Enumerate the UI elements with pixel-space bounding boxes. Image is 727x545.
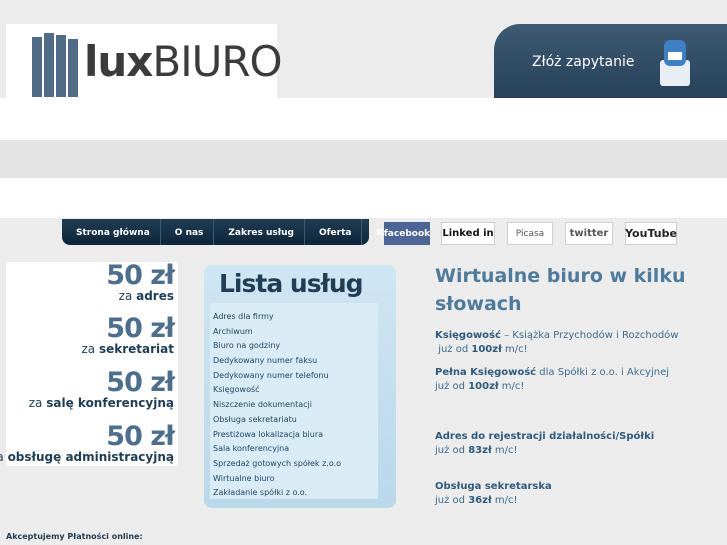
service-link[interactable]: Zakładanie spółki z o.o. [213, 486, 341, 501]
payments-label: Akceptujemy Płatności online: [6, 532, 143, 541]
promo-item: 50 zł za obsługę administracyjną [0, 421, 175, 464]
content-heading: Wirtualne biuro w kilku słowach [435, 265, 686, 315]
picasa-icon[interactable]: Picasa [507, 222, 553, 245]
service-link[interactable]: Dedykowany numer telefonu [213, 369, 341, 384]
service-link[interactable]: Niszczenie dokumentacji [213, 398, 341, 413]
header-divider [0, 140, 727, 178]
facebook-icon[interactable]: facebook [384, 222, 430, 245]
logo-wordmark: luxBIURO [84, 37, 283, 86]
services-list: Adres dla firmy Archiwum Biuro na godzin… [213, 310, 341, 501]
main-content: Wirtualne biuro w kilku słowach Księgowo… [435, 262, 725, 506]
service-link[interactable]: Archiwum [213, 325, 341, 340]
nav-oferta[interactable]: Oferta [305, 219, 363, 245]
promo-item: 50 zł za salę konferencyjną [28, 367, 175, 410]
service-link[interactable]: Sprzedaż gotowych spółek z.o.o [213, 457, 341, 472]
price-promo-panel[interactable]: 50 zł za adres 50 zł za sekretariat 50 z… [0, 260, 178, 466]
nav-o-nas[interactable]: O nas [161, 219, 215, 245]
service-link[interactable]: Adres dla firmy [213, 310, 341, 325]
nav-strona-glowna[interactable]: Strona główna [62, 219, 161, 245]
youtube-icon[interactable]: YouTube [625, 222, 677, 245]
promo-item: 50 zł za adres [106, 260, 175, 303]
service-link[interactable]: Sala konferencyjna [213, 442, 341, 457]
quote-request-label: Złóż zapytanie [532, 54, 635, 70]
header-band [0, 98, 727, 140]
offer-accounting: Księgowość – Książka Przychodów i Rozcho… [435, 330, 679, 355]
header-band-lower [0, 178, 727, 218]
service-link[interactable]: Księgowość [213, 383, 341, 398]
main-nav: Strona główna O nas Zakres usług Oferta … [62, 219, 417, 245]
service-link[interactable]: Dedykowany numer faksu [213, 354, 341, 369]
promo-item: 50 zł za sekretariat [81, 313, 175, 356]
services-list-panel: Lista usług Adres dla firmy Archiwum Biu… [204, 265, 396, 508]
services-title: Lista usług [219, 269, 364, 298]
nav-zakres-uslug[interactable]: Zakres usług [214, 219, 305, 245]
service-link[interactable]: Prestiżowa lokalizacja biura [213, 428, 341, 443]
service-link[interactable]: Wirtualne biuro [213, 472, 341, 487]
top-bar [0, 0, 727, 24]
offer-registration-address: Adres do rejestracji działalności/Spółki… [435, 431, 655, 456]
offer-secretary: Obsługa sekretarska już od 36zł m/c! [435, 481, 552, 506]
twitter-icon[interactable]: twitter [565, 222, 613, 245]
logo[interactable]: luxBIURO [6, 24, 283, 98]
logo-building-icon [32, 33, 78, 97]
quote-request-button[interactable]: Złóż zapytanie [494, 24, 727, 98]
service-link[interactable]: Biuro na godziny [213, 339, 341, 354]
linkedin-icon[interactable]: Linked in [441, 222, 495, 245]
mailbox-icon [660, 40, 690, 86]
offer-full-accounting: Pełna Księgowość dla Spółki z o.o. i Akc… [435, 367, 670, 392]
service-link[interactable]: Obsługa sekretariatu [213, 413, 341, 428]
